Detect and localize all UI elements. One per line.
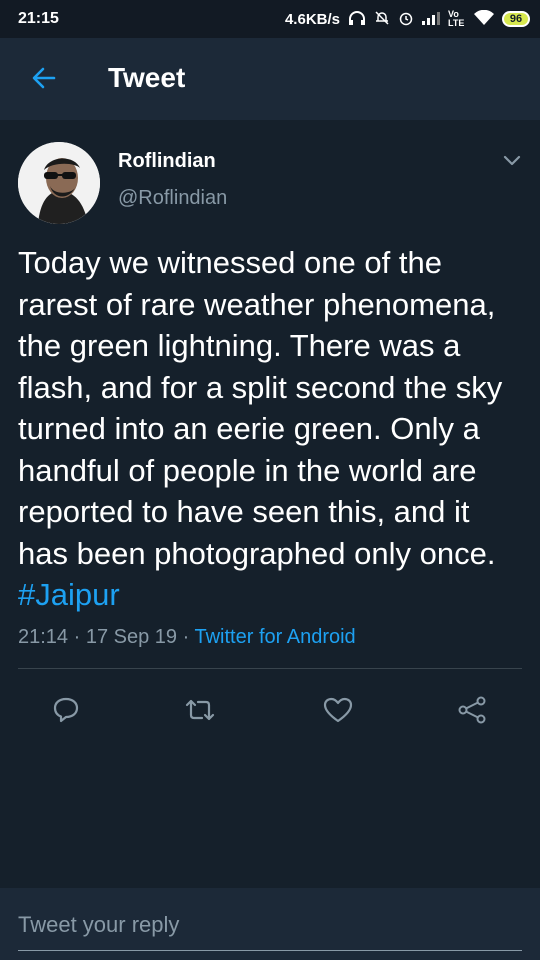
headphone-icon <box>348 10 366 29</box>
network-speed: 4.6KB/s <box>284 10 340 28</box>
avatar[interactable] <box>18 142 100 224</box>
back-arrow-icon[interactable] <box>26 60 62 96</box>
reply-bar <box>0 888 540 960</box>
status-bar: 21:15 4.6KB/s Vo LTE 96 <box>0 0 540 38</box>
tweet-meta: 21:14 · 17 Sep 19 · Twitter for Android <box>18 626 356 649</box>
meta-separator: · <box>73 626 81 648</box>
tweet-time: 21:14 <box>18 626 69 648</box>
reply-input[interactable] <box>18 912 522 938</box>
like-icon[interactable] <box>320 692 356 728</box>
status-time: 21:15 <box>18 10 59 27</box>
tweet-date: 17 Sep 19 <box>85 626 178 648</box>
chevron-down-icon[interactable] <box>500 148 524 172</box>
tweet-body: Today we witnessed one of the rarest of … <box>18 245 503 571</box>
tweet-actions <box>0 682 540 736</box>
retweet-icon[interactable] <box>182 692 218 728</box>
author-name[interactable]: Roflindian <box>118 150 216 173</box>
app-bar: Tweet <box>0 38 540 120</box>
signal-icon <box>422 11 440 28</box>
share-icon[interactable] <box>454 692 490 728</box>
wifi-icon <box>474 9 494 29</box>
alarm-icon <box>398 10 414 29</box>
hashtag-link[interactable]: #Jaipur <box>18 577 120 612</box>
author-handle[interactable]: @Roflindian <box>118 187 227 210</box>
page-title: Tweet <box>108 62 186 93</box>
divider <box>18 668 522 669</box>
status-indicators: 4.6KB/s Vo LTE 96 <box>284 9 530 29</box>
tweet-text: Today we witnessed one of the rarest of … <box>18 242 528 616</box>
reply-underline <box>18 950 522 951</box>
volte-icon: Vo LTE <box>448 9 465 28</box>
meta-separator: · <box>182 626 190 648</box>
battery-icon: 96 <box>502 11 530 27</box>
reply-icon[interactable] <box>48 692 84 728</box>
tweet-source-link[interactable]: Twitter for Android <box>195 626 356 648</box>
notifications-off-icon <box>374 10 390 29</box>
